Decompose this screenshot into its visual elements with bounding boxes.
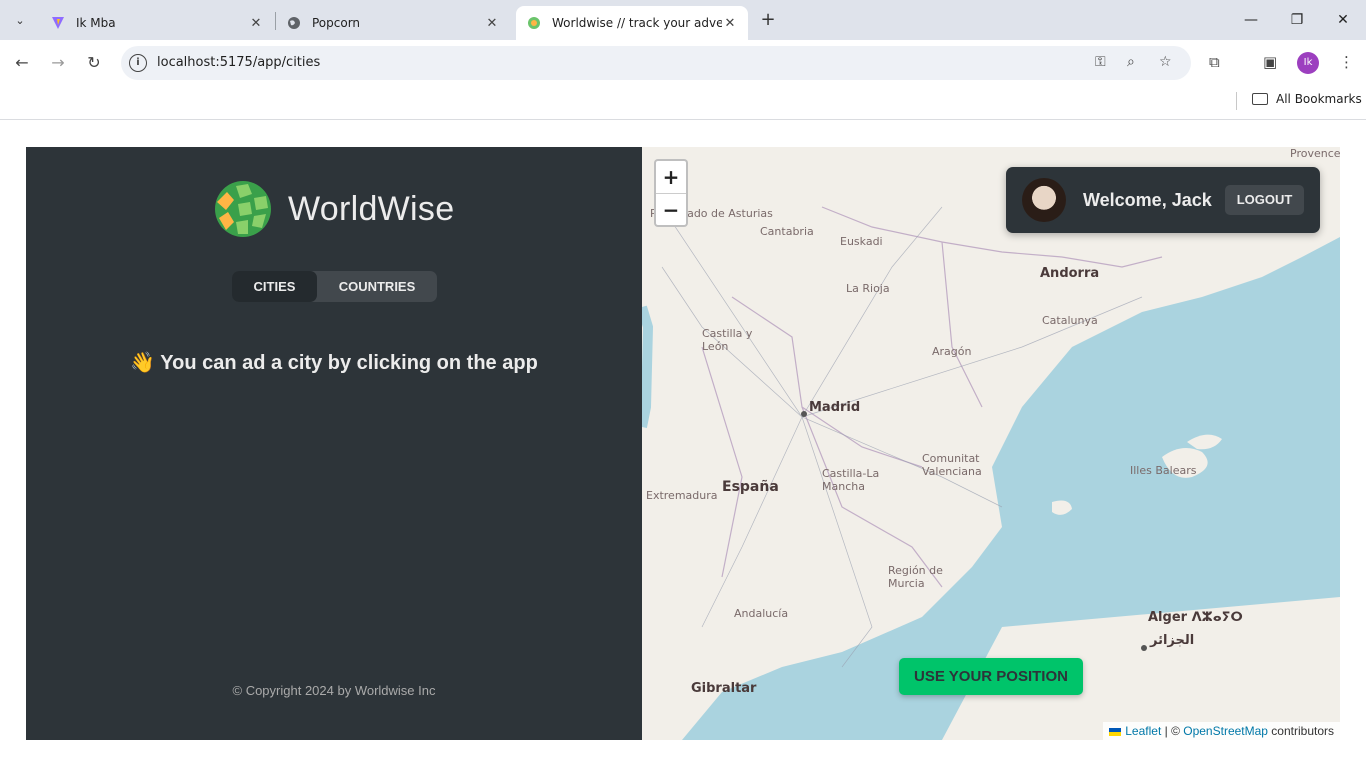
back-button[interactable]: ← <box>11 52 33 74</box>
address-bar[interactable]: i localhost:5175/app/cities ⚿ ⌕ ☆ <box>121 46 1191 80</box>
copyright-footer: © Copyright 2024 by Worldwise Inc <box>232 683 436 698</box>
vite-icon <box>50 15 66 31</box>
tab-title: Ik Mba <box>76 16 116 30</box>
bookmark-star-icon[interactable]: ☆ <box>1159 54 1172 70</box>
sidebar: WorldWise Cities Countries 👋 You can ad … <box>26 147 642 740</box>
map-label: Andalucía <box>734 607 789 620</box>
map-label: Madrid <box>809 400 861 415</box>
map-label: Gibraltar <box>691 681 757 696</box>
zoom-icon[interactable]: ⌕ <box>1127 54 1135 70</box>
attribution-separator: | © <box>1161 724 1184 738</box>
worldwise-logo-icon <box>215 181 271 237</box>
map-label: Aragón <box>932 345 972 358</box>
map-label: Alger ⴷⵣⴰⵢⵔ <box>1148 610 1243 625</box>
forward-button[interactable]: → <box>47 52 69 74</box>
globe-icon <box>286 15 302 31</box>
attribution-suffix: contributors <box>1267 724 1334 738</box>
logo[interactable]: WorldWise <box>214 180 454 238</box>
map-label: Cantabria <box>760 225 814 238</box>
browser-tab-1[interactable]: Ik Mba ✕ <box>40 6 274 40</box>
profile-avatar[interactable]: Ik <box>1297 52 1319 74</box>
map-label: Castilla-La Mancha <box>822 467 880 493</box>
waving-hand-icon: 👋 <box>130 352 156 374</box>
empty-state-text: You can ad a city by clicking on the app <box>160 352 538 374</box>
map-label: Illes Balears <box>1130 464 1197 477</box>
folder-icon <box>1252 93 1268 105</box>
minimize-button[interactable]: — <box>1241 10 1261 30</box>
browser-tab-2[interactable]: Popcorn ✕ <box>276 6 510 40</box>
zoom-out-button[interactable]: − <box>656 193 686 225</box>
site-info-icon[interactable]: i <box>129 54 147 72</box>
side-panel-icon[interactable]: ▣ <box>1263 53 1277 71</box>
zoom-in-button[interactable]: + <box>656 161 686 193</box>
empty-state-message: 👋 You can ad a city by clicking on the a… <box>26 350 642 375</box>
map-label: Región de Murcia <box>888 564 943 590</box>
all-bookmarks-button[interactable]: All Bookmarks <box>1252 92 1362 106</box>
map-label: La Rioja <box>846 282 890 295</box>
map-zoom-control: + − <box>654 159 688 227</box>
reload-button[interactable]: ↻ <box>83 52 105 74</box>
app-nav-tabs: Cities Countries <box>232 271 437 302</box>
browser-tabstrip: ⌄ Ik Mba ✕ Popcorn ✕ Worldwise // track … <box>0 0 1366 40</box>
map-container[interactable]: Provence Principado de Asturias Cantabri… <box>642 147 1340 740</box>
tab-countries[interactable]: Countries <box>317 271 437 302</box>
bookmarks-divider <box>1236 92 1237 110</box>
avatar <box>1022 178 1066 222</box>
password-key-icon[interactable]: ⚿ <box>1095 54 1106 70</box>
map-label: Castilla y León <box>702 327 753 353</box>
close-icon[interactable]: ✕ <box>484 16 500 31</box>
restore-button[interactable]: ❐ <box>1287 10 1307 30</box>
close-icon[interactable]: ✕ <box>722 16 738 31</box>
window-close-button[interactable]: ✕ <box>1333 10 1353 30</box>
map-label: Euskadi <box>840 235 883 248</box>
tab-cities[interactable]: Cities <box>232 271 317 302</box>
app-layout: WorldWise Cities Countries 👋 You can ad … <box>26 147 1340 740</box>
url-text[interactable]: localhost:5175/app/cities <box>157 55 320 70</box>
map-label: España <box>722 479 779 495</box>
map-label: Extremadura <box>646 489 718 502</box>
close-icon[interactable]: ✕ <box>248 16 264 31</box>
browser-tab-3-active[interactable]: Worldwise // track your adventures ✕ <box>516 6 748 40</box>
new-tab-button[interactable]: + <box>758 10 778 30</box>
welcome-text: Welcome, Jack <box>1083 189 1212 210</box>
ukraine-flag-icon <box>1109 727 1122 736</box>
map-label: Andorra <box>1040 266 1100 281</box>
map-label: Comunitat Valenciana <box>922 452 982 478</box>
map-label: الجزائر <box>1150 633 1195 648</box>
tab-search-button[interactable]: ⌄ <box>8 8 32 32</box>
map-label: Catalunya <box>1042 314 1098 327</box>
tab-title: Worldwise // track your adventures <box>552 16 722 30</box>
osm-link[interactable]: OpenStreetMap <box>1183 724 1268 738</box>
tab-title: Popcorn <box>312 16 361 30</box>
logo-text: WorldWise <box>288 189 455 228</box>
menu-icon[interactable]: ⋮ <box>1339 53 1354 71</box>
logout-button[interactable]: Logout <box>1225 185 1304 215</box>
all-bookmarks-label: All Bookmarks <box>1276 92 1362 106</box>
user-panel: Welcome, Jack Logout <box>1006 167 1320 233</box>
bookmarks-bar <box>0 86 1366 120</box>
map-attribution: Leaflet | © OpenStreetMap contributors <box>1103 722 1340 740</box>
leaflet-link[interactable]: Leaflet <box>1125 724 1161 738</box>
map-label: Provence <box>1290 147 1340 160</box>
map-tiles[interactable] <box>642 147 1340 740</box>
use-position-button[interactable]: Use your position <box>899 658 1083 695</box>
extensions-icon[interactable]: ⧉ <box>1209 53 1220 71</box>
worldwise-icon <box>526 15 542 31</box>
